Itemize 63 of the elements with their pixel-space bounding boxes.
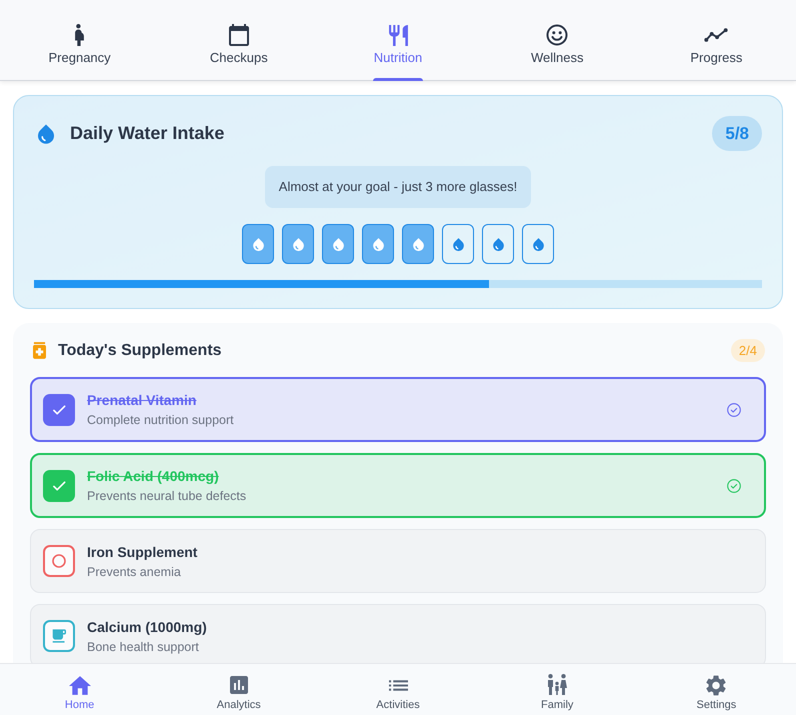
water-drop-icon [252,238,264,250]
supplement-name: Prenatal Vitamin [87,391,198,409]
list-icon [388,680,408,690]
supplement-description: Complete nutrition support [87,412,234,428]
supplement-name: Folic Acid (400mcg) [87,467,220,485]
water-glass-button[interactable] [242,224,274,264]
water-glass-button[interactable] [522,224,554,264]
settings-icon [706,674,726,696]
check-circle-icon [727,402,741,416]
pill-bottle-icon [33,342,46,359]
nav-item[interactable]: Family [478,664,637,715]
check-circle-icon [727,478,741,492]
home-icon [68,676,91,694]
nav-item[interactable]: Analytics [159,664,318,715]
card-title: Daily Water Intake [70,122,224,145]
water-glass-button[interactable] [362,224,394,264]
water-drop-icon [372,238,384,250]
check-icon [52,480,66,490]
supplement-description: Prevents neural tube defects [87,488,246,504]
water-glass-button[interactable] [322,224,354,264]
nav-item[interactable]: Activities [318,664,478,715]
cup-icon[interactable] [43,620,75,652]
supplement-item[interactable]: Folic Acid (400mcg) Prevents neural tube defects [30,453,766,518]
water-glass-button[interactable] [402,224,434,264]
count-badge: 5/8 [712,116,762,151]
water-drop-icon [452,238,464,250]
supplement-name: Calcium (1000mg) [87,618,207,636]
checkbox[interactable] [43,470,75,502]
water-drop-icon [332,238,344,250]
nav-item[interactable]: Settings [636,664,796,715]
tab[interactable]: Pregnancy [0,0,160,80]
pregnant-figure-icon [75,24,84,46]
water-glass-button[interactable] [282,224,314,264]
fork-knife-icon [388,24,408,46]
tab[interactable]: Nutrition [318,0,478,80]
supplement-description: Bone health support [87,638,200,654]
check-icon [52,404,66,414]
count-badge: 2/4 [730,339,765,362]
tab[interactable]: Wellness [478,0,637,80]
tab[interactable]: Checkups [159,0,318,80]
bar-chart-icon [230,676,248,694]
supplement-name: Iron Supplement [87,542,198,560]
active-tab-indicator [373,78,423,81]
water-drop-icon [412,238,424,250]
checkbox[interactable] [43,394,75,426]
calendar-icon [228,24,249,46]
water-glass-button[interactable] [482,224,514,264]
tab[interactable]: Progress [636,0,796,80]
smiley-face-icon [546,24,568,46]
water-drop-icon [38,124,54,144]
supplement-description: Prevents anemia [87,564,182,580]
nav-item[interactable]: Home [0,664,160,715]
water-drop-icon [532,238,544,250]
supplement-item[interactable]: Prenatal Vitamin Complete nutrition support [30,377,766,442]
water-drop-icon [292,238,304,250]
encouragement-message: Almost at your goal - just 3 more glasses! [264,166,532,208]
card-title: Today's Supplements [58,340,222,360]
water-glass-button[interactable] [442,224,474,264]
line-chart-icon [704,28,728,42]
water-drop-icon [492,238,504,250]
supplement-item[interactable]: Iron Supplement Prevents anemia [30,529,766,593]
supplement-item[interactable]: Calcium (1000mg) Bone health support [30,604,766,663]
family-icon [546,674,568,696]
